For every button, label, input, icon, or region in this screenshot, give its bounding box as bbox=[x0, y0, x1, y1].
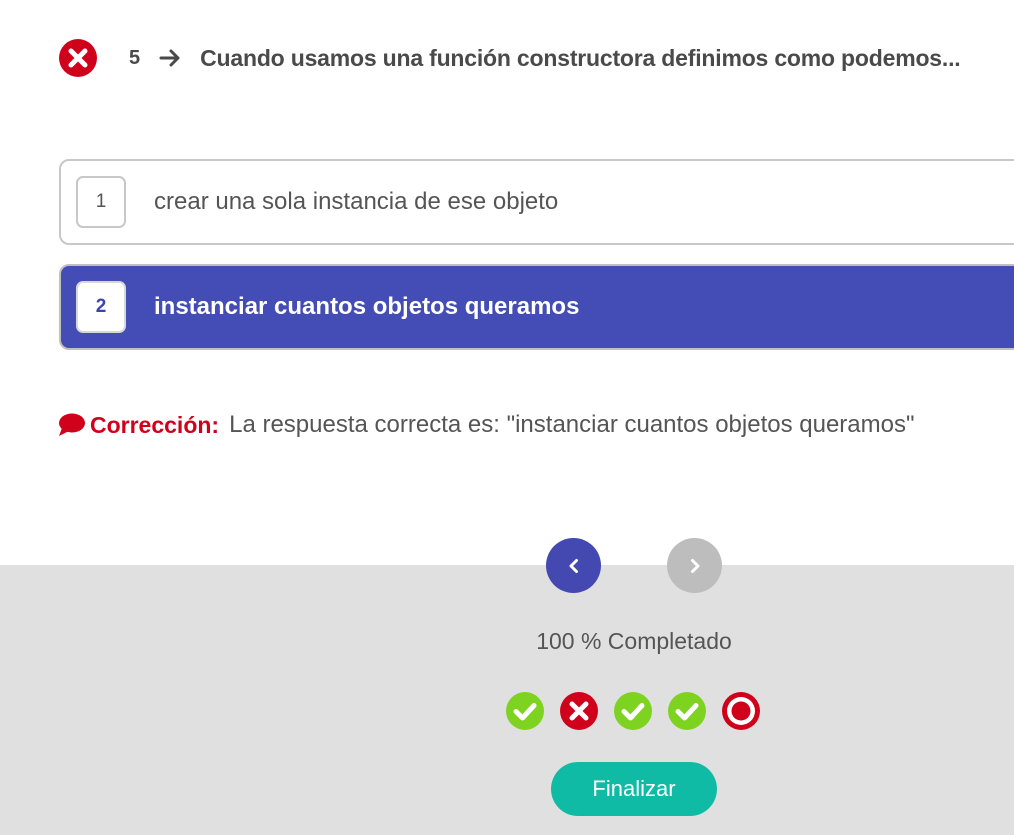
progress-dot-incorrect-icon[interactable] bbox=[559, 691, 599, 731]
answer-option-2[interactable]: 2 instanciar cuantos objetos queramos bbox=[59, 264, 1014, 350]
progress-dot-correct-icon[interactable] bbox=[667, 691, 707, 731]
progress-dot-correct-icon[interactable] bbox=[613, 691, 653, 731]
option-text: instanciar cuantos objetos queramos bbox=[154, 293, 580, 320]
correction-feedback: Corrección: La respuesta correcta es: "i… bbox=[58, 408, 915, 442]
question-number: 5 bbox=[129, 46, 141, 69]
chevron-right-icon bbox=[690, 558, 699, 573]
previous-button[interactable] bbox=[546, 538, 601, 593]
question-title: Cuando usamos una función constructora d… bbox=[200, 44, 961, 71]
correction-label: Corrección: bbox=[90, 411, 220, 438]
finish-button[interactable]: Finalizar bbox=[551, 762, 717, 816]
arrow-right-icon bbox=[159, 49, 180, 67]
comment-icon bbox=[59, 413, 85, 436]
next-button[interactable] bbox=[667, 538, 722, 593]
question-header: 5 Cuando usamos una función constructora… bbox=[58, 38, 961, 78]
x-circle-icon bbox=[59, 39, 97, 77]
question-progress-dots bbox=[505, 691, 775, 731]
correction-text: La respuesta correcta es: "instanciar cu… bbox=[229, 411, 915, 438]
answer-option-1[interactable]: 1 crear una sola instancia de ese objeto bbox=[59, 159, 1014, 245]
chevron-left-icon bbox=[569, 558, 578, 573]
progress-dot-current-icon[interactable] bbox=[721, 691, 761, 731]
option-text: crear una sola instancia de ese objeto bbox=[154, 188, 559, 215]
progress-dot-correct-icon[interactable] bbox=[505, 691, 545, 731]
option-key: 2 bbox=[76, 281, 126, 333]
progress-label: 100 % Completado bbox=[536, 628, 732, 654]
option-key: 1 bbox=[76, 176, 126, 228]
